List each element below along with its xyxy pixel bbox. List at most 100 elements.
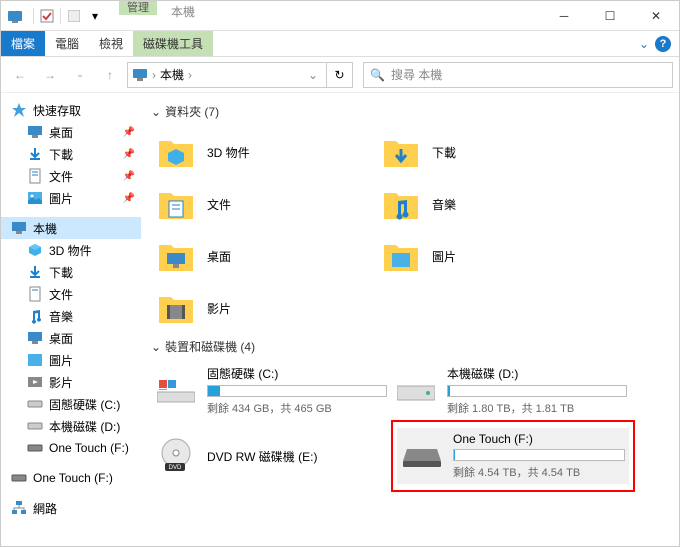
ribbon-tab-view[interactable]: 檢視 bbox=[89, 31, 133, 56]
drive-f[interactable]: One Touch (F:)剩餘 4.54 TB，共 4.54 TB bbox=[397, 428, 629, 484]
folder-icon bbox=[157, 187, 195, 221]
qab-checkbox-icon[interactable] bbox=[37, 6, 57, 26]
maximize-button[interactable]: ☐ bbox=[587, 1, 633, 31]
contextual-tab-header: 管理 bbox=[119, 1, 157, 15]
folder-videos[interactable]: 影片 bbox=[151, 282, 376, 334]
ribbon: 檔案 電腦 檢視 磁碟機工具 ⌄ ? bbox=[1, 31, 679, 57]
drive-c[interactable]: 固態硬碟 (C:)剩餘 434 GB，共 465 GB bbox=[151, 361, 391, 420]
folder-downloads[interactable]: 下載 bbox=[376, 126, 601, 178]
group-header-drives[interactable]: ⌄裝置和磁碟機 (4) bbox=[151, 338, 669, 355]
documents-icon bbox=[27, 286, 43, 302]
pictures-icon bbox=[27, 352, 43, 368]
folder-desktop[interactable]: 桌面 bbox=[151, 230, 376, 282]
downloads-icon bbox=[27, 146, 43, 162]
main-content: ⌄資料夾 (7) 3D 物件 下載 文件 音樂 桌面 圖片 影片 ⌄裝置和磁碟機… bbox=[141, 93, 679, 546]
address-dropdown-icon[interactable]: ⌄ bbox=[304, 68, 322, 82]
nav-drive-f-ext[interactable]: One Touch (F:) bbox=[1, 467, 141, 489]
nav-desktop[interactable]: 桌面 bbox=[1, 327, 141, 349]
pc-icon bbox=[132, 68, 148, 82]
capacity-bar bbox=[447, 385, 627, 397]
nav-qa-documents[interactable]: 文件📌 bbox=[1, 165, 141, 187]
help-icon[interactable]: ? bbox=[655, 36, 671, 52]
folder-icon bbox=[382, 135, 420, 169]
pin-icon: 📌 bbox=[123, 127, 135, 138]
search-placeholder: 搜尋 本機 bbox=[391, 66, 442, 83]
qab-dropdown-icon[interactable]: ▾ bbox=[85, 6, 105, 26]
collapse-icon: ⌄ bbox=[151, 105, 161, 119]
desktop-icon bbox=[27, 124, 43, 140]
nav-drive-f[interactable]: One Touch (F:) bbox=[1, 437, 141, 459]
pin-icon: 📌 bbox=[123, 149, 135, 160]
nav-drive-c[interactable]: 固態硬碟 (C:) bbox=[1, 393, 141, 415]
pictures-icon bbox=[27, 190, 43, 206]
network-icon bbox=[11, 500, 27, 516]
nav-this-pc[interactable]: 本機 bbox=[1, 217, 141, 239]
pc-icon bbox=[11, 220, 27, 236]
nav-documents[interactable]: 文件 bbox=[1, 283, 141, 305]
folder-icon bbox=[157, 135, 195, 169]
desktop-icon bbox=[27, 330, 43, 346]
svg-text:DVD: DVD bbox=[169, 465, 182, 471]
nav-3d-objects[interactable]: 3D 物件 bbox=[1, 239, 141, 261]
nav-drive-d[interactable]: 本機磁碟 (D:) bbox=[1, 415, 141, 437]
folder-documents[interactable]: 文件 bbox=[151, 178, 376, 230]
drive-icon bbox=[27, 418, 43, 434]
nav-network[interactable]: 網路 bbox=[1, 497, 141, 519]
hdd-icon bbox=[397, 378, 435, 404]
nav-qa-downloads[interactable]: 下載📌 bbox=[1, 143, 141, 165]
folder-icon bbox=[382, 239, 420, 273]
drive-icon bbox=[27, 440, 43, 456]
nav-forward-button[interactable]: → bbox=[37, 62, 63, 88]
nav-pictures[interactable]: 圖片 bbox=[1, 349, 141, 371]
folder-icon bbox=[157, 239, 195, 273]
nav-recent-dropdown[interactable]: ⌄ bbox=[67, 62, 93, 88]
ribbon-tab-computer[interactable]: 電腦 bbox=[45, 31, 89, 56]
drive-icon bbox=[11, 470, 27, 486]
folder-icon bbox=[382, 187, 420, 221]
ribbon-tab-drive-tools[interactable]: 磁碟機工具 bbox=[133, 31, 213, 56]
dvd-icon: DVD bbox=[157, 437, 195, 475]
drive-icon bbox=[27, 396, 43, 412]
address-bar: ← → ⌄ ↑ › 本機 › ⌄ ↻ 🔍 搜尋 本機 bbox=[1, 57, 679, 93]
search-input[interactable]: 🔍 搜尋 本機 bbox=[363, 62, 673, 88]
nav-music[interactable]: 音樂 bbox=[1, 305, 141, 327]
minimize-button[interactable]: ─ bbox=[541, 1, 587, 31]
ribbon-tab-file[interactable]: 檔案 bbox=[1, 31, 45, 56]
nav-downloads[interactable]: 下載 bbox=[1, 261, 141, 283]
drive-dvd[interactable]: DVD DVD RW 磁碟機 (E:) bbox=[151, 420, 391, 492]
address-field[interactable]: › 本機 › ⌄ bbox=[127, 62, 327, 88]
app-icon bbox=[7, 8, 23, 24]
nav-qa-pictures[interactable]: 圖片📌 bbox=[1, 187, 141, 209]
folder-pictures[interactable]: 圖片 bbox=[376, 230, 601, 282]
titlebar: ▾ 管理 本機 ─ ☐ ✕ bbox=[1, 1, 679, 31]
navigation-pane: 快速存取 桌面📌 下載📌 文件📌 圖片📌 本機 3D 物件 下載 文件 音樂 桌… bbox=[1, 93, 141, 546]
documents-icon bbox=[27, 168, 43, 184]
pin-icon: 📌 bbox=[123, 193, 135, 204]
tab-this-pc[interactable]: 本機 bbox=[157, 1, 209, 30]
pin-icon: 📌 bbox=[123, 171, 135, 182]
search-icon: 🔍 bbox=[370, 68, 385, 82]
nav-back-button[interactable]: ← bbox=[7, 62, 33, 88]
ribbon-expand-icon[interactable]: ⌄ bbox=[639, 37, 649, 51]
drive-d[interactable]: 本機磁碟 (D:)剩餘 1.80 TB，共 1.81 TB bbox=[391, 361, 631, 420]
videos-icon bbox=[27, 374, 43, 390]
star-icon bbox=[11, 102, 27, 118]
close-button[interactable]: ✕ bbox=[633, 1, 679, 31]
folder-3d-objects[interactable]: 3D 物件 bbox=[151, 126, 376, 178]
highlighted-drive: One Touch (F:)剩餘 4.54 TB，共 4.54 TB bbox=[391, 420, 635, 492]
nav-quick-access[interactable]: 快速存取 bbox=[1, 99, 141, 121]
downloads-icon bbox=[27, 264, 43, 280]
qab-properties-icon[interactable] bbox=[64, 6, 84, 26]
nav-up-button[interactable]: ↑ bbox=[97, 62, 123, 88]
nav-qa-desktop[interactable]: 桌面📌 bbox=[1, 121, 141, 143]
external-drive-icon bbox=[403, 443, 441, 469]
nav-videos[interactable]: 影片 bbox=[1, 371, 141, 393]
folder-music[interactable]: 音樂 bbox=[376, 178, 601, 230]
os-drive-icon bbox=[157, 378, 195, 404]
capacity-bar bbox=[453, 449, 625, 461]
folder-icon bbox=[157, 291, 195, 325]
breadcrumb-this-pc[interactable]: 本機 bbox=[160, 66, 184, 83]
refresh-button[interactable]: ↻ bbox=[327, 62, 353, 88]
group-header-folders[interactable]: ⌄資料夾 (7) bbox=[151, 103, 669, 120]
collapse-icon: ⌄ bbox=[151, 340, 161, 354]
